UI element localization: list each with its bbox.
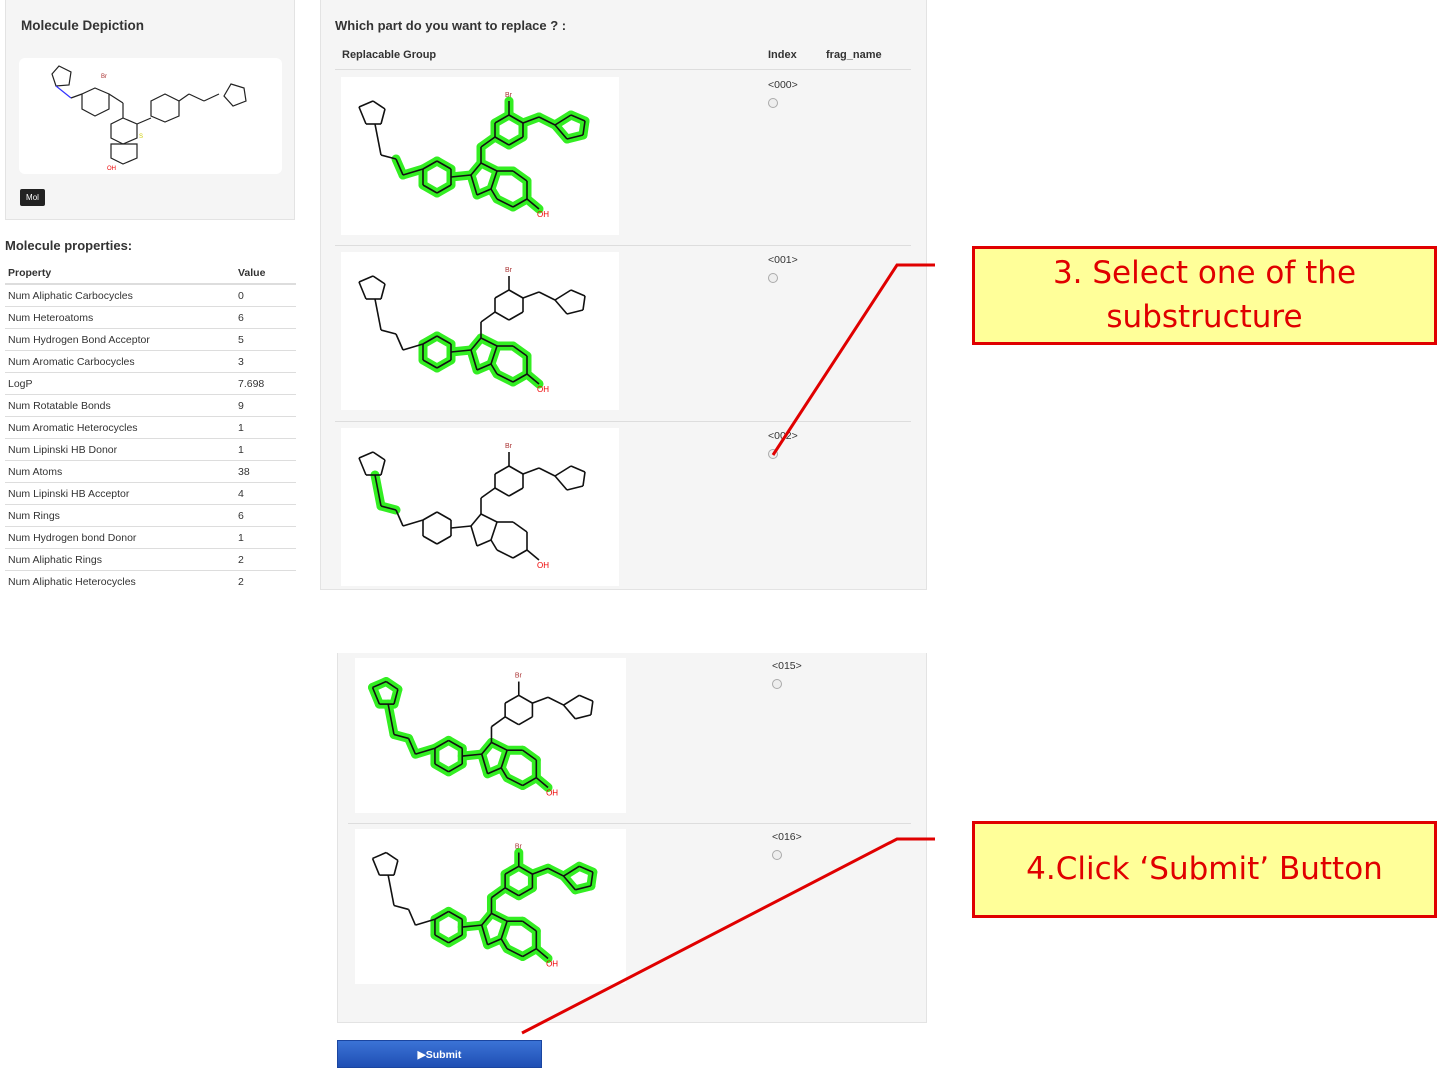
callout-pointer-lines	[521, 263, 935, 1035]
pointer-step3	[771, 263, 935, 456]
pointer-step4	[521, 837, 935, 1035]
